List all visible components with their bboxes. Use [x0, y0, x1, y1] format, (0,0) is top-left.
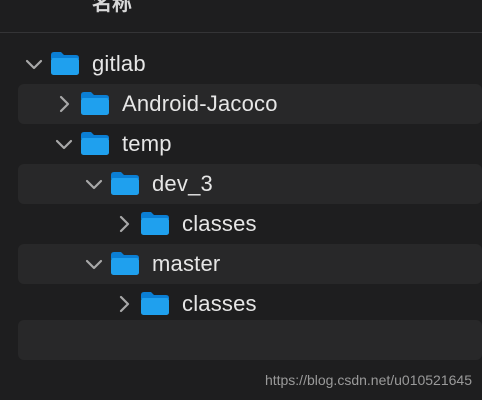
file-tree: gitlab Android-Jacoco temp dev_3 classes…	[0, 44, 482, 324]
tree-row-classes[interactable]: classes	[0, 284, 482, 324]
folder-name: gitlab	[92, 51, 146, 76]
finder-window: 名称 gitlab Android-Jacoco temp dev_3 clas…	[0, 0, 482, 400]
folder-name: classes	[182, 211, 257, 236]
folder-icon	[110, 251, 140, 276]
chevron-down-icon[interactable]	[24, 54, 44, 74]
folder-name: master	[152, 251, 221, 276]
folder-icon	[140, 291, 170, 316]
tree-row-master[interactable]: master	[0, 244, 482, 284]
chevron-down-icon[interactable]	[54, 134, 74, 154]
tree-row-dev-3[interactable]: dev_3	[0, 164, 482, 204]
folder-icon	[110, 171, 140, 196]
folder-icon	[80, 91, 110, 116]
chevron-right-icon[interactable]	[114, 214, 134, 234]
folder-name: classes	[182, 291, 257, 316]
folder-name: temp	[122, 131, 172, 156]
folder-icon	[80, 131, 110, 156]
tree-row-temp[interactable]: temp	[0, 124, 482, 164]
empty-stripe-row	[18, 320, 482, 360]
tree-row-gitlab[interactable]: gitlab	[0, 44, 482, 84]
chevron-down-icon[interactable]	[84, 254, 104, 274]
watermark-text: https://blog.csdn.net/u010521645	[264, 372, 472, 388]
chevron-right-icon[interactable]	[54, 94, 74, 114]
folder-name: Android-Jacoco	[122, 91, 278, 116]
folder-icon	[140, 211, 170, 236]
column-header: 名称	[0, 0, 482, 33]
tree-row-classes[interactable]: classes	[0, 204, 482, 244]
folder-icon	[50, 51, 80, 76]
tree-row-android-jacoco[interactable]: Android-Jacoco	[0, 84, 482, 124]
chevron-down-icon[interactable]	[84, 174, 104, 194]
folder-name: dev_3	[152, 171, 213, 196]
name-column-header[interactable]: 名称	[92, 0, 132, 18]
chevron-right-icon[interactable]	[114, 294, 134, 314]
